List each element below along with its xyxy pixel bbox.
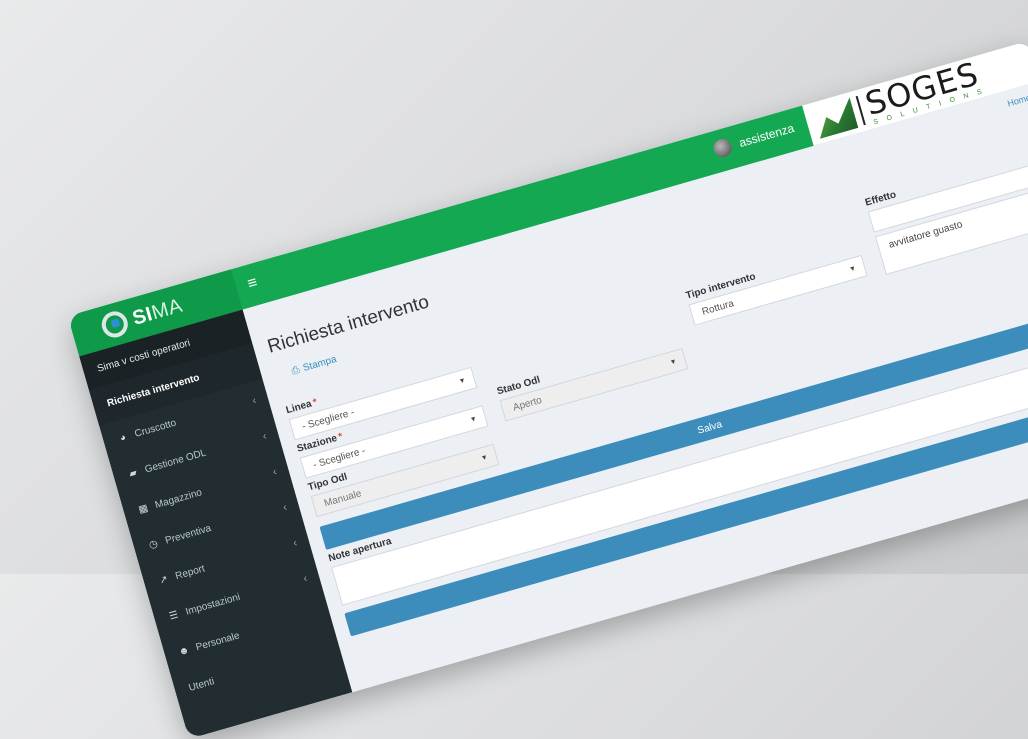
sidebar-item-label: Impostazioni: [184, 591, 242, 618]
sidebar-item-label: Personale: [194, 630, 241, 654]
chevron-left-icon: ‹: [291, 536, 299, 549]
users-icon: ☻: [177, 644, 191, 659]
sidebar-item-label: Utenti: [187, 676, 216, 694]
dropdown-arrow-icon: ▼: [469, 414, 478, 424]
warehouse-icon: ▦: [137, 502, 150, 516]
breadcrumb-home[interactable]: Home: [1006, 92, 1028, 108]
sidebar-item-label: Magazzino: [153, 487, 204, 512]
print-link[interactable]: ⎙ Stampa: [290, 354, 338, 377]
chevron-left-icon: ‹: [250, 394, 258, 407]
dropdown-arrow-icon: ▼: [848, 264, 857, 274]
chart-icon: ↗: [158, 573, 170, 587]
settings-icon: ☰: [168, 609, 180, 623]
dropdown-arrow-icon: ▼: [480, 453, 489, 463]
username: assistenza: [737, 120, 796, 151]
print-icon: ⎙: [290, 364, 301, 378]
avatar: [711, 136, 735, 160]
page-title: Richiesta intervento: [265, 291, 432, 358]
brand-mark-icon: [811, 97, 858, 139]
sidebar-item-label: Report: [174, 563, 207, 583]
menu-toggle-icon[interactable]: ≡: [246, 274, 260, 294]
dropdown-arrow-icon: ▼: [458, 376, 467, 386]
dropdown-arrow-icon: ▼: [668, 357, 678, 367]
chevron-left-icon: ‹: [271, 465, 279, 478]
sidebar-item-label: Preventiva: [164, 523, 213, 547]
sidebar-item-label: Cruscotto: [133, 417, 178, 440]
user-menu[interactable]: assistenza: [711, 119, 796, 160]
sidebar-item-label: Gestione ODL: [143, 447, 208, 476]
dashboard-icon: ◕: [118, 431, 128, 445]
folder-icon: ▰: [127, 467, 139, 481]
clock-icon: ◷: [147, 538, 160, 552]
app-window: SIMA ≡ assistenza SOGES SOLUTIONS Sima v…: [67, 40, 1028, 739]
print-label: Stampa: [301, 353, 338, 374]
chevron-left-icon: ‹: [281, 500, 289, 514]
chevron-left-icon: ‹: [261, 429, 268, 443]
required-marker: *: [337, 431, 345, 443]
logo-icon: [98, 308, 131, 341]
logo-text: SIMA: [129, 294, 185, 330]
required-marker: *: [311, 396, 319, 409]
